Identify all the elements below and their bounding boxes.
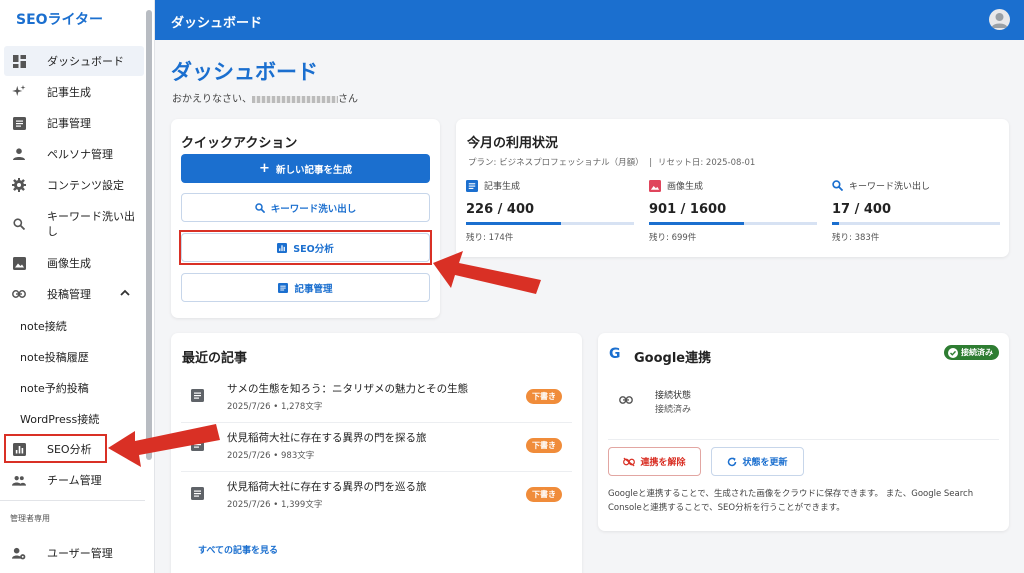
annotation-arrow-to-sidebar-seo <box>108 424 220 467</box>
annotation-arrow-to-seo-button <box>433 251 541 294</box>
annotation-arrows <box>108 251 541 467</box>
